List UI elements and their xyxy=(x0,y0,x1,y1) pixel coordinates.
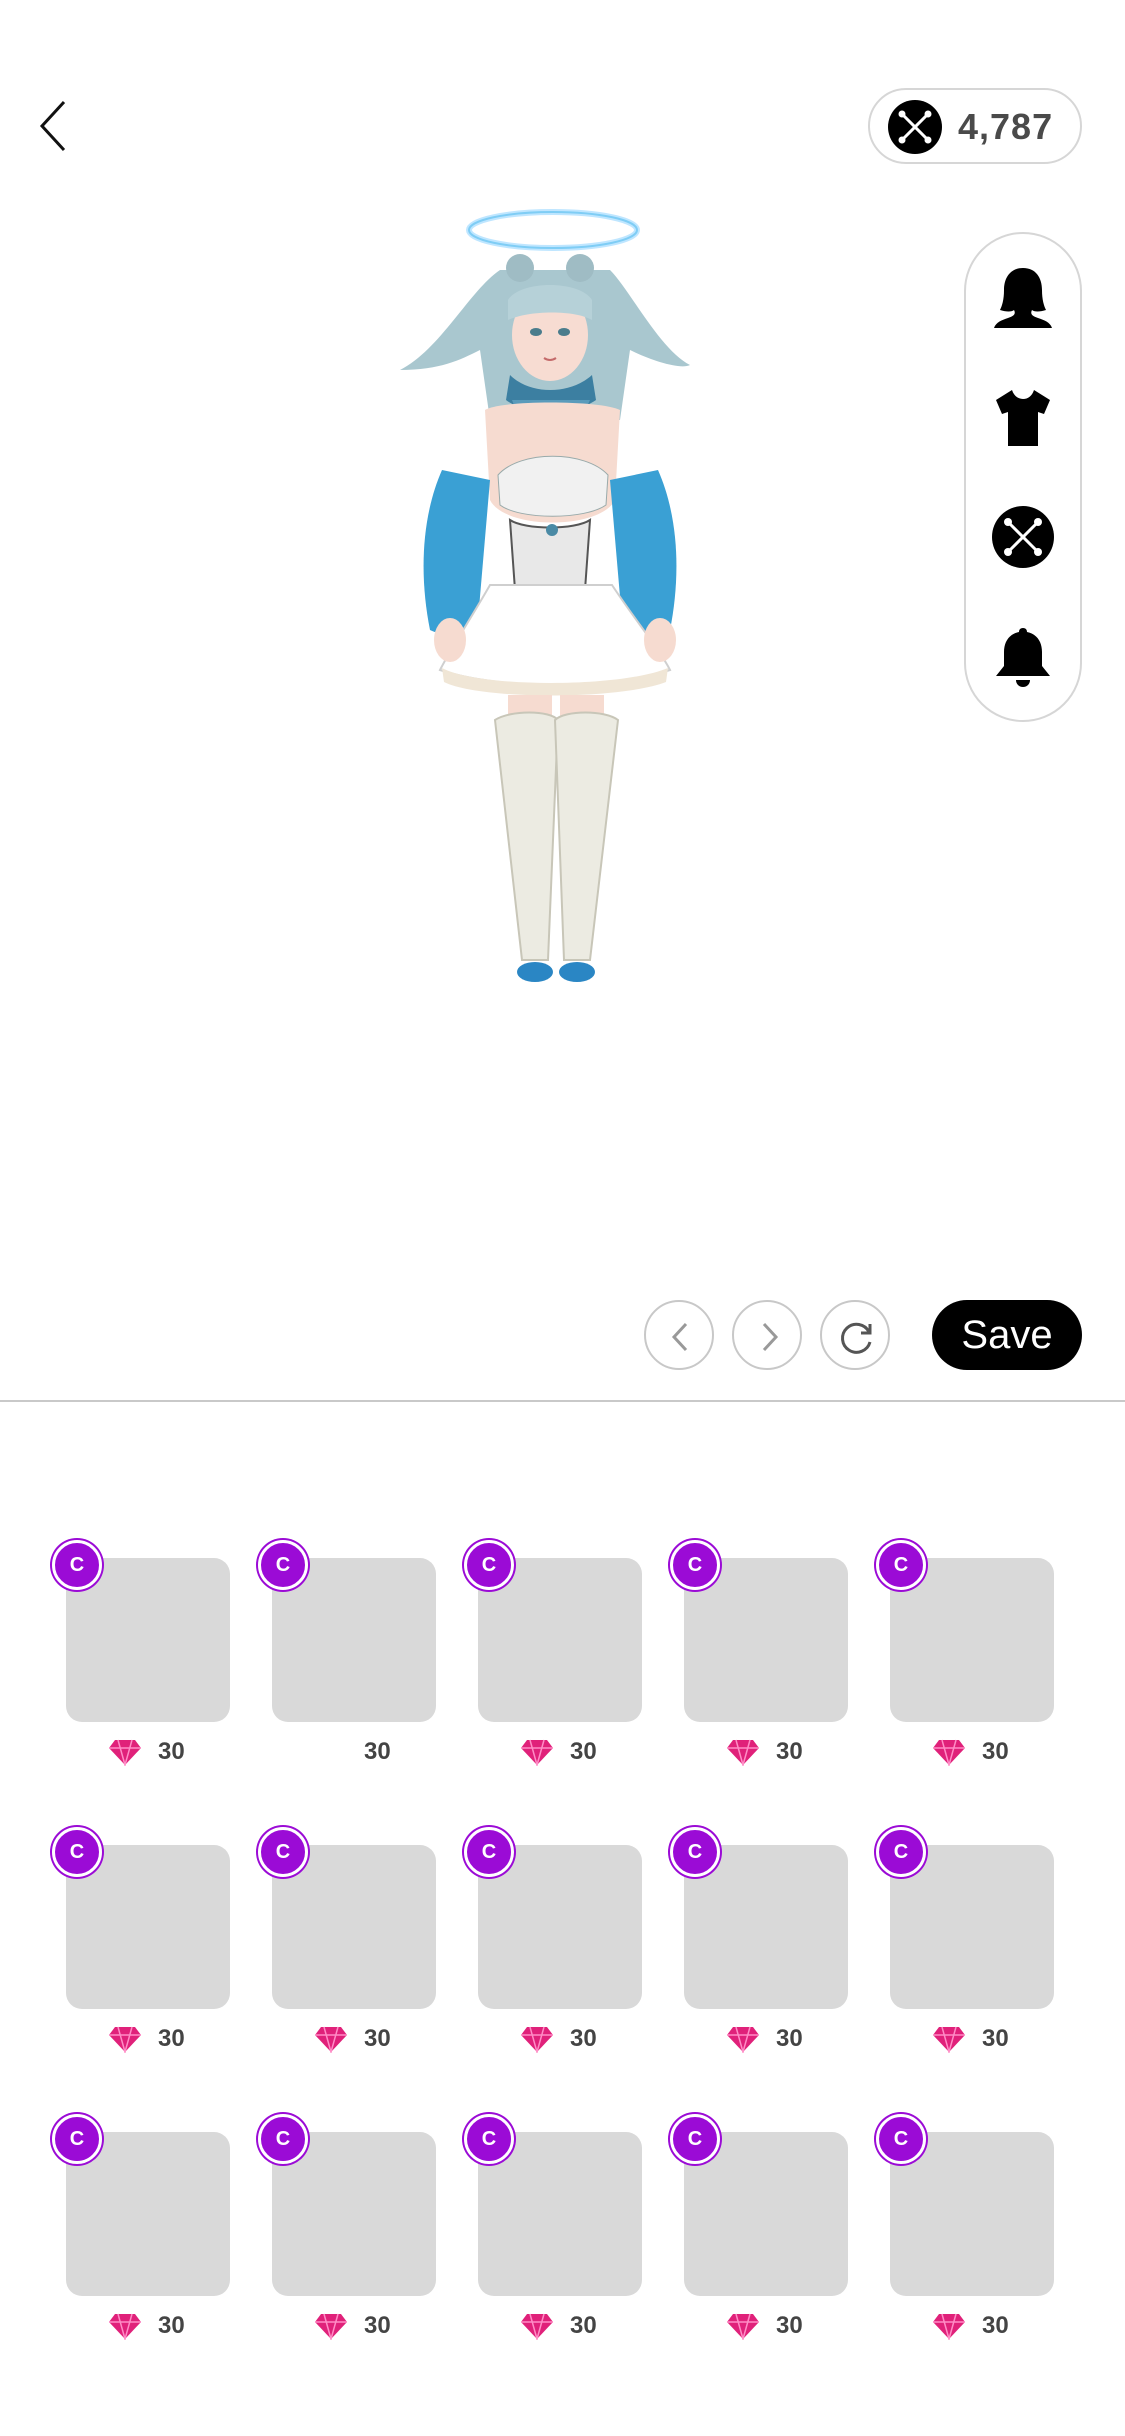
gem-icon xyxy=(727,1739,759,1766)
item-price: 30 xyxy=(776,1738,803,1765)
category-panel xyxy=(964,232,1082,722)
item-price: 30 xyxy=(982,2312,1009,2339)
item-price: 30 xyxy=(158,2312,185,2339)
crystal-token-icon xyxy=(888,100,942,154)
rarity-badge: C xyxy=(464,1540,514,1590)
rarity-badge: C xyxy=(52,1827,102,1877)
redo-button[interactable] xyxy=(732,1300,802,1370)
gem-icon xyxy=(933,2313,965,2340)
rarity-badge: C xyxy=(258,1827,308,1877)
divider xyxy=(0,1400,1125,1402)
item-price: 30 xyxy=(364,2025,391,2052)
tshirt-icon xyxy=(996,390,1050,446)
rarity-badge: C xyxy=(876,1827,926,1877)
category-outfit-button[interactable] xyxy=(990,384,1056,450)
item-price: 30 xyxy=(982,2025,1009,2052)
rarity-badge: C xyxy=(876,2114,926,2164)
gem-icon xyxy=(109,2313,141,2340)
chevron-left-icon xyxy=(671,1322,688,1352)
item-tile[interactable]: C 30 xyxy=(52,2114,232,2354)
item-tile[interactable]: C 30 xyxy=(876,1540,1056,1780)
item-price: 30 xyxy=(982,1738,1009,1765)
currency-value: 4,787 xyxy=(958,106,1054,147)
rarity-badge: C xyxy=(464,1827,514,1877)
rarity-badge: C xyxy=(52,1540,102,1590)
item-price: 30 xyxy=(570,2312,597,2339)
hair-silhouette-icon xyxy=(994,268,1052,328)
item-tile[interactable]: C 30 xyxy=(670,1540,850,1780)
gem-icon xyxy=(727,2026,759,2053)
item-tile[interactable]: C 30 xyxy=(52,1540,232,1780)
item-tile[interactable]: C 30 xyxy=(258,2114,438,2354)
rarity-badge: C xyxy=(670,1827,720,1877)
gem-icon xyxy=(315,2313,347,2340)
rarity-badge: C xyxy=(464,2114,514,2164)
item-tile[interactable]: C 30 xyxy=(464,1540,644,1780)
item-price: 30 xyxy=(158,1738,185,1765)
gem-icon xyxy=(933,1739,965,1766)
item-price: 30 xyxy=(364,2312,391,2339)
item-tile[interactable]: C 30 xyxy=(876,1827,1056,2067)
category-hair-button[interactable] xyxy=(990,264,1056,330)
item-price: 30 xyxy=(364,1738,391,1765)
gem-icon xyxy=(109,2026,141,2053)
gem-icon xyxy=(109,1739,141,1766)
refresh-icon xyxy=(841,1322,872,1354)
gem-icon xyxy=(727,2313,759,2340)
crystal-token-icon xyxy=(992,506,1054,568)
item-tile[interactable]: C 30 xyxy=(258,1540,438,1780)
gem-icon xyxy=(315,2026,347,2053)
category-accessories-button[interactable] xyxy=(990,504,1056,570)
item-tile[interactable]: C 30 xyxy=(876,2114,1056,2354)
item-price: 30 xyxy=(570,1738,597,1765)
item-tile[interactable]: C 30 xyxy=(258,1827,438,2067)
gem-icon xyxy=(521,1739,553,1766)
bell-icon xyxy=(996,628,1050,687)
item-tile[interactable]: C 30 xyxy=(464,2114,644,2354)
item-price: 30 xyxy=(158,2025,185,2052)
rarity-badge: C xyxy=(876,1540,926,1590)
rarity-badge: C xyxy=(670,2114,720,2164)
undo-button[interactable] xyxy=(644,1300,714,1370)
item-tile[interactable]: C 30 xyxy=(670,2114,850,2354)
item-price: 30 xyxy=(570,2025,597,2052)
back-button[interactable] xyxy=(36,96,76,156)
item-tile[interactable]: C 30 xyxy=(52,1827,232,2067)
item-tile[interactable]: C 30 xyxy=(464,1827,644,2067)
gem-icon xyxy=(521,2026,553,2053)
avatar-preview xyxy=(380,200,750,1080)
chevron-left-icon xyxy=(39,100,66,152)
save-button[interactable]: Save xyxy=(932,1300,1082,1370)
reset-button[interactable] xyxy=(820,1300,890,1370)
rarity-badge: C xyxy=(258,2114,308,2164)
chevron-right-icon xyxy=(762,1322,779,1352)
item-price: 30 xyxy=(776,2025,803,2052)
item-tile[interactable]: C 30 xyxy=(670,1827,850,2067)
category-notifications-button[interactable] xyxy=(990,624,1056,690)
gem-icon xyxy=(933,2026,965,2053)
item-price: 30 xyxy=(776,2312,803,2339)
rarity-badge: C xyxy=(258,1540,308,1590)
gem-icon xyxy=(521,2313,553,2340)
currency-balance[interactable]: 4,787 xyxy=(868,88,1082,164)
rarity-badge: C xyxy=(670,1540,720,1590)
rarity-badge: C xyxy=(52,2114,102,2164)
